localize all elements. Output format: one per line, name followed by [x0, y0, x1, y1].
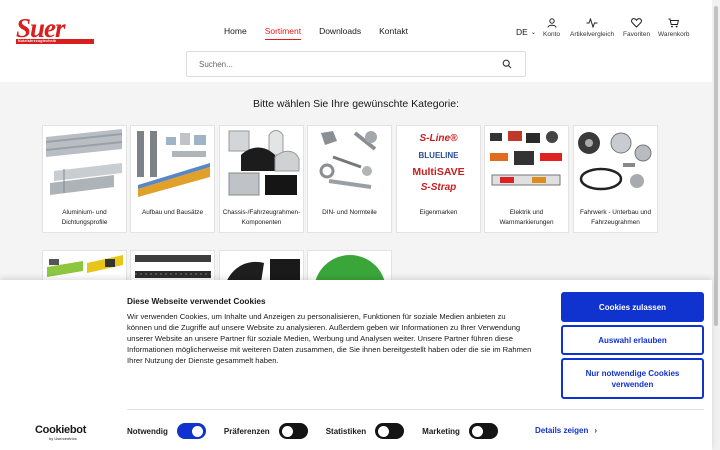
toggle-knob [378, 425, 390, 437]
brand-logos-image: S-Line® BLUELINE MultiSAVE S-Strap [398, 127, 479, 197]
consent-toggles: Notwendig Präferenzen Statistiken Market… [127, 423, 516, 439]
brand-sstrap: S-Strap [420, 182, 457, 193]
nav-downloads[interactable]: Downloads [319, 26, 361, 36]
details-label: Details zeigen [535, 426, 589, 435]
allow-all-button[interactable]: Cookies zulassen [561, 292, 704, 322]
brand-blueline: BLUELINE [418, 151, 459, 160]
aufbau-parts-image [137, 131, 210, 197]
cookie-text: Wir verwenden Cookies, um Inhalte und An… [127, 312, 532, 366]
cart-icon [668, 18, 680, 28]
language-code: DE [516, 27, 528, 37]
logo-subtext: Nutzfahrzeugtechnik [18, 39, 57, 43]
toggle-switch-praeferenzen[interactable] [278, 423, 308, 439]
logo-wordmark: Suer [16, 13, 66, 43]
category-card-chassis[interactable]: Chassis-/Fahrzeugrahmen-Komponenten [219, 125, 304, 233]
cookie-title: Diese Webseite verwendet Cookies [127, 296, 266, 306]
cookiebot-wordmark: Cookiebot [35, 424, 87, 436]
cart-link[interactable]: Warenkorb [658, 18, 690, 38]
nav-home[interactable]: Home [224, 26, 247, 36]
cookiebot-logo[interactable]: Cookiebot by Usercentrics [35, 424, 86, 441]
toggle-label: Statistiken [325, 426, 367, 436]
chassis-parts-image [228, 130, 300, 196]
cookie-divider [127, 409, 704, 410]
toggle-label: Notwendig [127, 426, 168, 436]
toggle-label: Marketing [422, 426, 460, 436]
nav-kontakt[interactable]: Kontakt [379, 26, 408, 36]
suer-logo[interactable]: Suer Nutzfahrzeugtechnik [16, 13, 94, 45]
favorites-label: Favoriten [623, 31, 651, 38]
necessary-only-button[interactable]: Nur notwendige Cookies verwenden [561, 358, 704, 399]
chevron-down-icon: ⌄ [530, 30, 536, 36]
toggle-label: Präferenzen [223, 426, 270, 436]
category-card-elektrik[interactable]: Elektrik und Warnmarkierungen [484, 125, 569, 233]
toggle-praeferenzen: Präferenzen [224, 423, 308, 439]
category-card-din[interactable]: DIN- und Normteile [307, 125, 392, 233]
details-link[interactable]: Details zeigen › [535, 426, 597, 435]
user-icon [547, 18, 556, 28]
cookiebot-subtext: by Usercentrics [49, 436, 77, 441]
search-box [186, 51, 526, 77]
toggle-knob [281, 425, 293, 437]
fahrwerk-parts-image [578, 132, 652, 191]
compare-label: Artikelvergleich [570, 31, 615, 38]
toggle-statistiken: Statistiken [325, 423, 405, 439]
category-label: Fahrwerk - Unterbau und Fahrzeugrahmen [579, 209, 652, 226]
nav-sortiment[interactable]: Sortiment [264, 26, 302, 40]
toggle-notwendig: Notwendig [127, 423, 206, 439]
category-card-fahrwerk[interactable]: Fahrwerk - Unterbau und Fahrzeugrahmen [573, 125, 658, 233]
category-card-eigenmarken[interactable]: S-Line® BLUELINE MultiSAVE S-Strap Eigen… [396, 125, 481, 233]
category-label: Chassis-/Fahrzeugrahmen-Komponenten [222, 209, 301, 226]
page-scrollbar[interactable] [712, 0, 720, 450]
category-label: Aluminium- und Dichtungsprofile [61, 209, 108, 226]
toggle-marketing: Marketing [422, 423, 498, 439]
toggle-switch-notwendig[interactable] [176, 423, 206, 439]
chevron-right-icon: › [594, 426, 598, 435]
account-link[interactable]: Konto [543, 18, 560, 38]
toggle-switch-marketing[interactable] [468, 423, 498, 439]
category-label: Elektrik und Warnmarkierungen [499, 209, 554, 226]
allow-selection-button[interactable]: Auswahl erlauben [561, 325, 704, 355]
search-icon[interactable] [502, 59, 512, 69]
brand-sline: S-Line® [419, 133, 458, 144]
aluminium-profiles-image [46, 129, 122, 195]
scrollbar-thumb[interactable] [714, 6, 718, 326]
brand-multisave: MultiSAVE [412, 166, 465, 178]
category-card-aluminium[interactable]: Aluminium- und Dichtungsprofile [42, 125, 127, 233]
toggle-switch-statistiken[interactable] [375, 423, 405, 439]
toggle-knob [471, 425, 483, 437]
category-label: Aufbau und Bausätze [141, 209, 204, 216]
compare-link[interactable]: Artikelvergleich [570, 18, 614, 38]
category-label: DIN- und Normteile [322, 209, 377, 216]
compare-icon [586, 18, 598, 28]
site-header: Suer Nutzfahrzeugtechnik Home Sortiment … [0, 0, 712, 82]
category-label: Eigenmarken [419, 209, 458, 216]
cart-label: Warenkorb [658, 31, 690, 38]
language-selector[interactable]: DE ⌄ [516, 27, 536, 37]
elektrik-parts-image [490, 131, 562, 186]
search-input[interactable] [199, 52, 499, 76]
din-parts-image [319, 131, 377, 189]
main-nav: Home Sortiment Downloads Kontakt [224, 26, 426, 40]
cookie-banner: Diese Webseite verwendet Cookies Wir ver… [0, 280, 712, 450]
category-card-aufbau[interactable]: Aufbau und Bausätze [130, 125, 215, 233]
toggle-knob [191, 425, 203, 437]
account-label: Konto [543, 31, 560, 38]
heart-icon [631, 18, 642, 28]
category-heading: Bitte wählen Sie Ihre gewünschte Kategor… [252, 98, 460, 110]
favorites-link[interactable]: Favoriten [623, 18, 650, 38]
